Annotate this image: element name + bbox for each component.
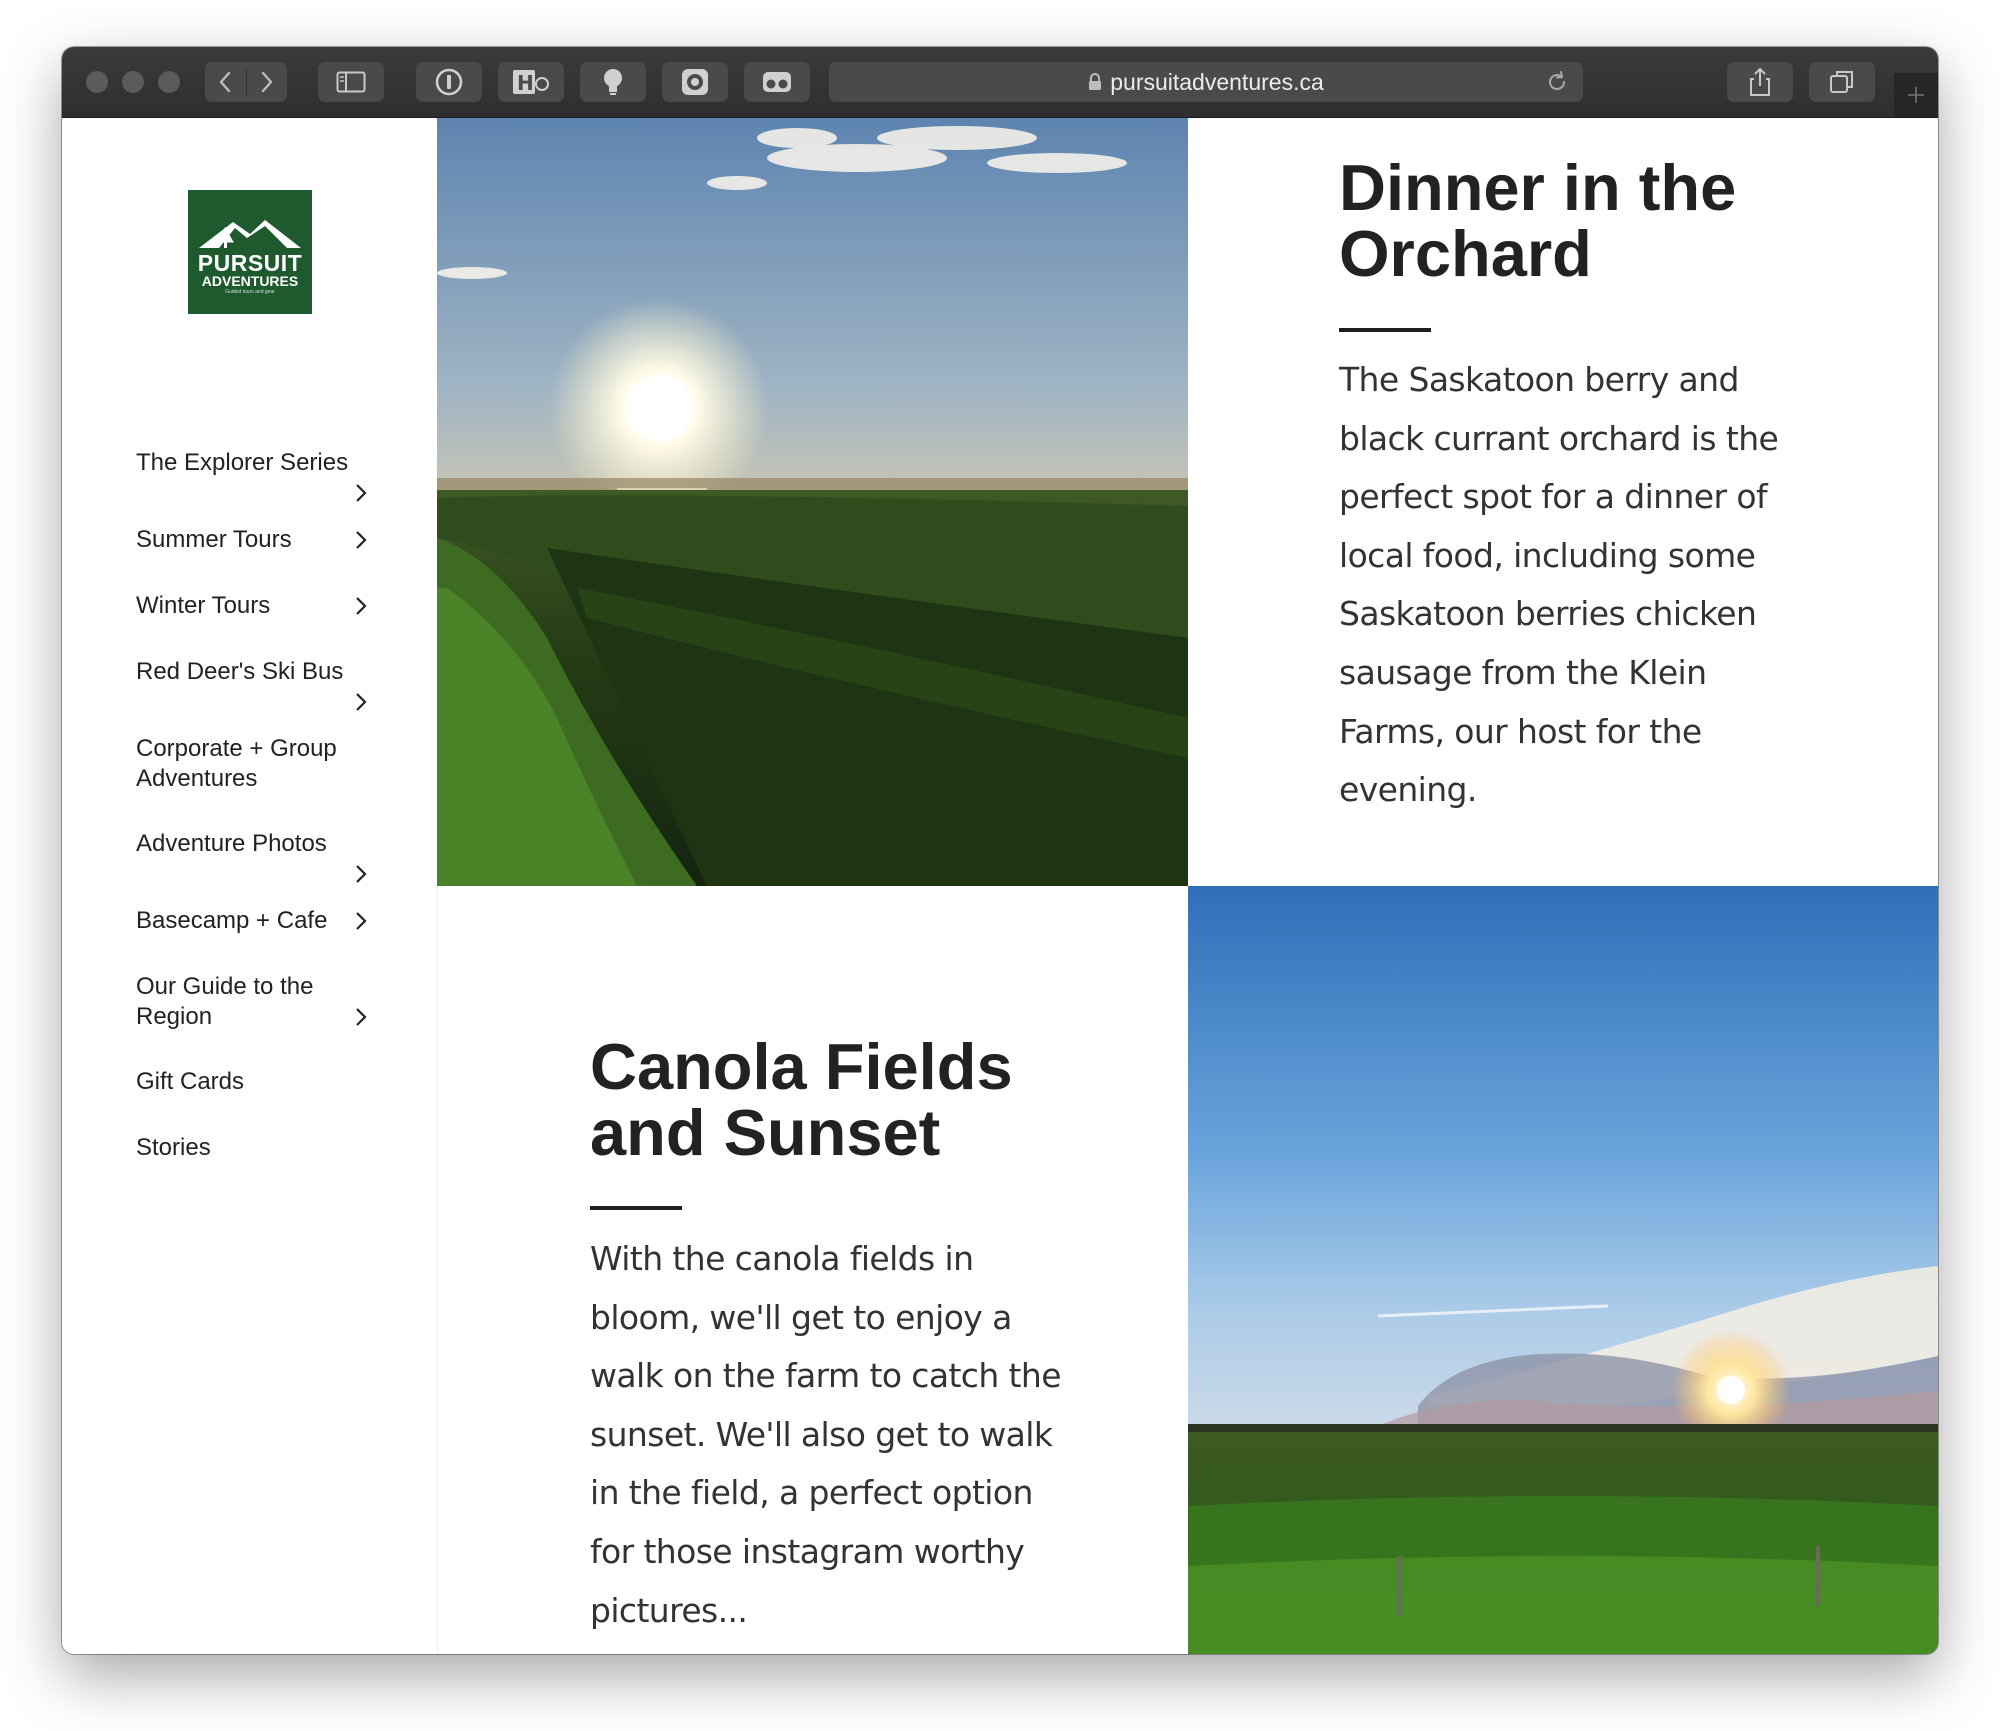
url-text: pursuitadventures.ca bbox=[1110, 68, 1324, 95]
keyhole-icon bbox=[435, 68, 463, 96]
site-sidebar: PURSUIT ADVENTURES Guided tours and gear… bbox=[62, 118, 438, 1654]
close-window-button[interactable] bbox=[86, 71, 108, 93]
nav-item-basecamp-cafe[interactable]: Basecamp + Cafe bbox=[136, 906, 371, 936]
nav-item-label: Red Deer's Ski Bus bbox=[136, 658, 344, 685]
canola-title-rule bbox=[590, 1206, 682, 1210]
nav-item-corporate-group[interactable]: Corporate + Group Adventures bbox=[136, 734, 356, 794]
tabs-icon bbox=[1830, 71, 1853, 93]
minimize-window-button[interactable] bbox=[122, 71, 144, 93]
nav-item-ski-bus[interactable]: Red Deer's Ski Bus bbox=[136, 657, 371, 711]
logo-wordmark: PURSUIT bbox=[197, 250, 303, 276]
nav-item-label: Stories bbox=[136, 1134, 211, 1161]
reader-extension-button[interactable] bbox=[744, 62, 810, 102]
new-tab-button[interactable] bbox=[1894, 73, 1938, 117]
chevron-left-icon bbox=[220, 71, 231, 93]
nav-item-label: Adventure Photos bbox=[136, 830, 327, 857]
address-bar[interactable]: pursuitadventures.ca bbox=[829, 62, 1583, 102]
nav-item-label: Basecamp + Cafe bbox=[136, 907, 328, 934]
nav-item-explorer-series[interactable]: The Explorer Series bbox=[136, 448, 371, 502]
share-icon bbox=[1750, 67, 1770, 96]
back-button[interactable] bbox=[205, 62, 246, 102]
nav-item-stories[interactable]: Stories bbox=[136, 1133, 371, 1163]
nav-item-adventure-photos[interactable]: Adventure Photos bbox=[136, 829, 371, 883]
orchard-title-rule bbox=[1339, 328, 1431, 332]
chevron-right-icon[interactable] bbox=[351, 906, 371, 936]
nav-item-label: Our Guide to the Region bbox=[136, 973, 314, 1030]
svg-text:H: H bbox=[517, 71, 534, 95]
lightbulb-extension-button[interactable] bbox=[580, 62, 646, 102]
nav-item-label: Winter Tours bbox=[136, 592, 271, 619]
chevron-right-icon[interactable] bbox=[351, 478, 371, 508]
browser-toolbar: H pursuitadventures.ca bbox=[62, 47, 1938, 118]
tabs-overview-button[interactable] bbox=[1809, 62, 1875, 102]
orchard-photo bbox=[437, 118, 1188, 886]
lock-icon bbox=[1089, 73, 1102, 90]
nav-item-label: The Explorer Series bbox=[136, 449, 349, 476]
nav-item-region-guide[interactable]: Our Guide to the Region bbox=[136, 972, 371, 1032]
chevron-right-icon[interactable] bbox=[351, 687, 371, 717]
chevron-right-icon[interactable] bbox=[351, 591, 371, 621]
nav-item-label: Corporate + Group Adventures bbox=[136, 735, 337, 792]
hemingway-extension-button[interactable]: H bbox=[498, 62, 564, 102]
nav-item-label: Summer Tours bbox=[136, 526, 292, 553]
logo-tagline: Guided tours and gear bbox=[225, 289, 275, 295]
mountain-tree-icon bbox=[199, 220, 301, 248]
chevron-right-icon[interactable] bbox=[351, 1002, 371, 1032]
nav-item-gift-cards[interactable]: Gift Cards bbox=[136, 1067, 371, 1097]
chevron-right-icon[interactable] bbox=[351, 525, 371, 555]
orchard-card-body: The Saskatoon berry and black currant or… bbox=[1339, 360, 1779, 810]
reload-icon[interactable] bbox=[1545, 70, 1569, 94]
plus-icon bbox=[1908, 87, 1924, 103]
nav-item-winter-tours[interactable]: Winter Tours bbox=[136, 591, 371, 621]
canola-card-body: With the canola fields in bloom, we'll g… bbox=[590, 1239, 1062, 1630]
logo-subwordmark: ADVENTURES bbox=[201, 273, 299, 289]
canola-card-title: Canola Fields and Sunset bbox=[590, 1030, 1013, 1169]
browser-window: H pursuitadventures.ca PURSUIT ADVENTURE… bbox=[62, 47, 1938, 1654]
chevron-right-icon bbox=[261, 71, 272, 93]
nav-item-summer-tours[interactable]: Summer Tours bbox=[136, 525, 371, 555]
canola-photo bbox=[1188, 886, 1938, 1654]
history-nav bbox=[205, 62, 287, 102]
sidebar-icon bbox=[336, 71, 366, 93]
glasses-icon bbox=[763, 72, 791, 92]
password-extension-button[interactable] bbox=[416, 62, 482, 102]
chevron-right-icon[interactable] bbox=[351, 859, 371, 889]
circle-extension-button[interactable] bbox=[662, 62, 728, 102]
site-logo[interactable]: PURSUIT ADVENTURES Guided tours and gear bbox=[188, 190, 312, 314]
forward-button[interactable] bbox=[247, 62, 288, 102]
zoom-window-button[interactable] bbox=[158, 71, 180, 93]
share-button[interactable] bbox=[1727, 62, 1793, 102]
orchard-card-title: Dinner in the Orchard bbox=[1339, 151, 1737, 290]
h-badge-icon: H bbox=[513, 70, 549, 95]
target-icon bbox=[682, 69, 708, 95]
nav-item-label: Gift Cards bbox=[136, 1068, 245, 1095]
lightbulb-icon bbox=[604, 69, 622, 95]
sidebar-toggle-button[interactable] bbox=[318, 62, 384, 102]
